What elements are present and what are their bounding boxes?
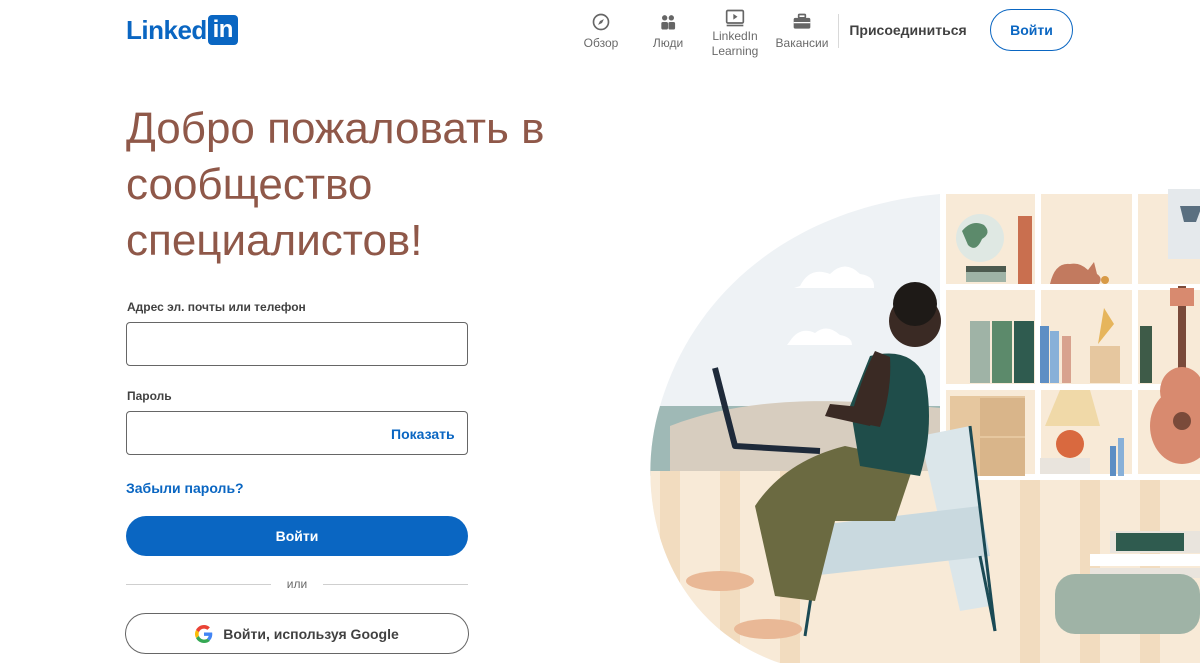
compass-icon [592,13,610,31]
password-label: Пароль [127,389,172,403]
people-icon [661,15,676,30]
divider-line [323,583,469,585]
divider-text: или [286,577,308,591]
show-password-button[interactable]: Показать [391,426,455,442]
logo-in-box: in [207,15,238,45]
briefcase-icon [793,13,811,29]
google-icon [195,624,213,643]
forgot-password-link[interactable]: Забыли пароль? [126,480,244,496]
hero-illustration [650,189,1200,663]
google-signin-button[interactable]: Войти, используя Google [125,613,469,654]
logo-wordmark: Linked [126,14,207,45]
divider-line [126,583,271,585]
email-field[interactable] [126,322,468,366]
join-button[interactable]: Присоединиться [840,18,976,42]
play-video-icon [725,9,745,27]
signin-submit-button[interactable]: Войти [126,516,468,556]
nav-item-label: Обзор [583,36,619,50]
top-nav: Обзор Люди LinkedIn Learning Вакансии [568,8,847,59]
nav-item-jobs[interactable]: Вакансии [769,8,835,51]
linkedin-logo[interactable]: Linked in [126,14,238,46]
nav-item-label: LinkedIn Learning [711,29,759,58]
nav-item-label: Люди [652,36,684,50]
page-title: Добро пожаловать в сообщество специалист… [126,104,545,265]
nav-item-explore[interactable]: Обзор [568,8,634,51]
google-button-label: Войти, используя Google [223,625,399,642]
nav-item-label: Вакансии [775,36,829,50]
or-divider: или [126,577,469,591]
nav-divider [838,14,839,48]
header-signin-button[interactable]: Войти [990,9,1073,51]
nav-item-learning[interactable]: LinkedIn Learning [702,8,768,59]
nav-item-people[interactable]: Люди [635,8,701,51]
email-label: Адрес эл. почты или телефон [127,300,306,314]
